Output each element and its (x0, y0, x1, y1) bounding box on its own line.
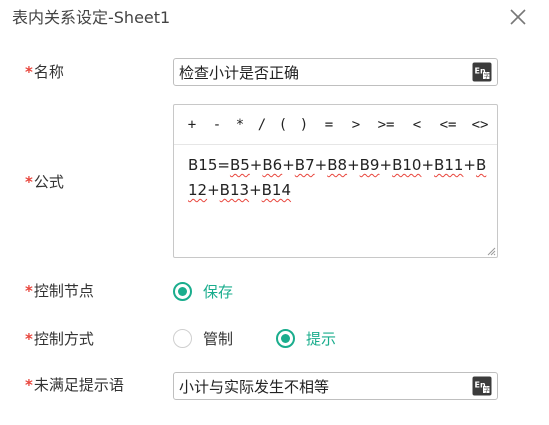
formula-operator: + (314, 156, 328, 174)
formula-cell-ref: B11 (434, 156, 464, 174)
formula-operator: + (463, 156, 476, 174)
formula-operator: + (282, 156, 295, 174)
control-mode-restrict-label: 管制 (203, 330, 234, 348)
operator-divide-button[interactable]: / (251, 117, 273, 133)
operator-close-paren-button[interactable]: ) (293, 117, 315, 133)
control-node-label: *控制节点 (25, 281, 94, 301)
svg-text:字: 字 (484, 72, 490, 80)
formula-cell-ref: B5 (229, 156, 250, 174)
required-mark: * (25, 63, 33, 81)
radio-checked-icon (276, 329, 295, 348)
formula-operator: + (347, 156, 360, 174)
operator-equals-button[interactable]: = (315, 117, 343, 133)
formula-operator: + (379, 156, 393, 174)
control-node-label-text: 控制节点 (33, 282, 94, 300)
operator-plus-button[interactable]: + (183, 117, 201, 133)
operator-less-button[interactable]: < (403, 117, 431, 133)
control-mode-restrict-radio[interactable]: 管制 (173, 328, 233, 349)
control-mode-label: *控制方式 (25, 329, 94, 349)
formula-cell-ref: B6 (262, 156, 283, 174)
radio-unchecked-icon (173, 329, 192, 348)
formula-cell-ref: B8 (327, 156, 348, 174)
message-field[interactable]: En 字 (173, 372, 498, 400)
operator-greater-equal-button[interactable]: >= (369, 117, 403, 133)
required-mark: * (25, 173, 33, 191)
close-button[interactable] (506, 5, 530, 29)
formula-label: *公式 (25, 172, 64, 192)
control-node-save-label: 保存 (203, 283, 234, 301)
operator-not-equal-button[interactable]: <> (465, 117, 495, 133)
formula-target: B15= (188, 156, 230, 174)
formula-cell-ref: B7 (294, 156, 315, 174)
operator-less-equal-button[interactable]: <= (431, 117, 465, 133)
close-icon (510, 9, 526, 25)
formula-editor[interactable]: + - * / ( ) = > >= < <= <> B15=B5+B6+B7+… (173, 104, 498, 258)
required-mark: * (25, 330, 33, 348)
name-field[interactable]: En 字 (173, 58, 498, 86)
name-label: *名称 (25, 62, 64, 82)
required-mark: * (25, 376, 33, 394)
formula-text[interactable]: B15=B5+B6+B7+B8+B9+B10+B11+B12+B13+B14 (188, 153, 488, 203)
control-node-save-radio[interactable]: 保存 (173, 281, 233, 302)
required-mark: * (25, 282, 33, 300)
formula-cell-ref: B9 (359, 156, 380, 174)
message-input[interactable] (179, 376, 464, 396)
control-mode-prompt-radio[interactable]: 提示 (276, 328, 336, 349)
operator-open-paren-button[interactable]: ( (273, 117, 293, 133)
formula-operator: + (249, 156, 263, 174)
formula-label-text: 公式 (33, 173, 64, 191)
control-mode-prompt-label: 提示 (306, 330, 337, 348)
name-label-text: 名称 (33, 63, 64, 81)
formula-cell-ref: B14 (261, 181, 292, 199)
operator-multiply-button[interactable]: * (229, 117, 251, 133)
resize-grip-icon[interactable] (486, 246, 496, 256)
operator-toolbar: + - * / ( ) = > >= < <= <> (174, 105, 497, 145)
formula-cell-ref: B10 (392, 156, 422, 174)
svg-text:字: 字 (484, 386, 490, 394)
radio-checked-icon (173, 282, 192, 301)
operator-greater-button[interactable]: > (343, 117, 369, 133)
operator-minus-button[interactable]: - (205, 117, 229, 133)
formula-operator: + (207, 181, 220, 199)
control-mode-label-text: 控制方式 (33, 330, 94, 348)
en-input-method-icon[interactable]: En 字 (472, 62, 492, 82)
message-label: *未满足提示语 (25, 375, 124, 395)
name-input[interactable] (179, 62, 464, 82)
en-input-method-icon[interactable]: En 字 (472, 376, 492, 396)
formula-operator: + (421, 156, 435, 174)
formula-cell-ref: B13 (219, 181, 250, 199)
dialog-title: 表内关系设定-Sheet1 (12, 8, 171, 27)
message-label-text: 未满足提示语 (33, 376, 124, 394)
formula-operator: + (249, 181, 262, 199)
